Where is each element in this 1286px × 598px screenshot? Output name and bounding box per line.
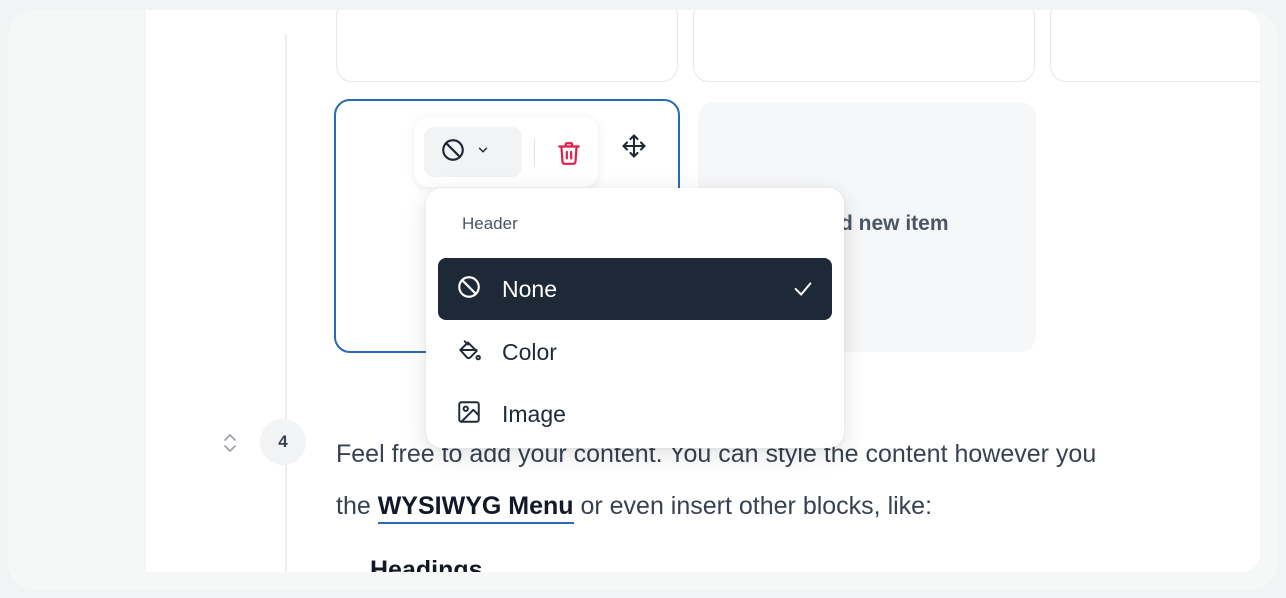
block-guide-line (285, 34, 287, 572)
toolbar-divider (534, 139, 535, 167)
editor-frame: d new item 4 Feel free to add your conte… (8, 10, 1278, 590)
move-icon (620, 134, 648, 164)
dropdown-header: Header (462, 214, 518, 233)
paragraph-text: or even insert other blocks, like: (573, 492, 933, 520)
header-style-button[interactable] (424, 127, 522, 177)
delete-button[interactable] (556, 139, 582, 172)
grid-card[interactable] (336, 10, 678, 82)
paragraph-text: the (336, 492, 378, 520)
card-toolbar (414, 117, 598, 187)
dropdown-item-label: Color (502, 338, 557, 365)
left-margin (8, 10, 146, 572)
editor-canvas: d new item 4 Feel free to add your conte… (8, 10, 1260, 572)
block-number-badge[interactable]: 4 (260, 419, 306, 465)
dropdown-item-image[interactable]: Image (438, 383, 832, 445)
add-new-item-label[interactable]: d new item (840, 212, 949, 236)
dropdown-item-label: None (502, 275, 557, 302)
bullet-item-headings: Headings (370, 556, 483, 572)
dropdown-item-none[interactable]: None (438, 258, 832, 320)
paragraph-line-2: the WYSIWYG Menu or even insert other bl… (336, 480, 1260, 532)
grid-card[interactable] (693, 10, 1035, 82)
trash-icon (556, 142, 582, 171)
dropdown-item-color[interactable]: Color (438, 321, 832, 383)
header-style-dropdown: Header None Color Image (426, 188, 844, 448)
chevron-down-icon (476, 143, 490, 162)
check-icon (792, 278, 814, 305)
move-handle[interactable] (620, 132, 648, 165)
grid-card[interactable] (1050, 10, 1260, 82)
block-reorder-stepper[interactable] (222, 431, 238, 460)
wysiwyg-menu-link[interactable]: WYSIWYG Menu (377, 492, 574, 524)
dropdown-item-label: Image (502, 400, 566, 427)
ban-icon (440, 137, 466, 168)
image-icon (456, 399, 482, 430)
ban-icon (456, 274, 482, 305)
paint-bucket-icon (456, 337, 482, 368)
